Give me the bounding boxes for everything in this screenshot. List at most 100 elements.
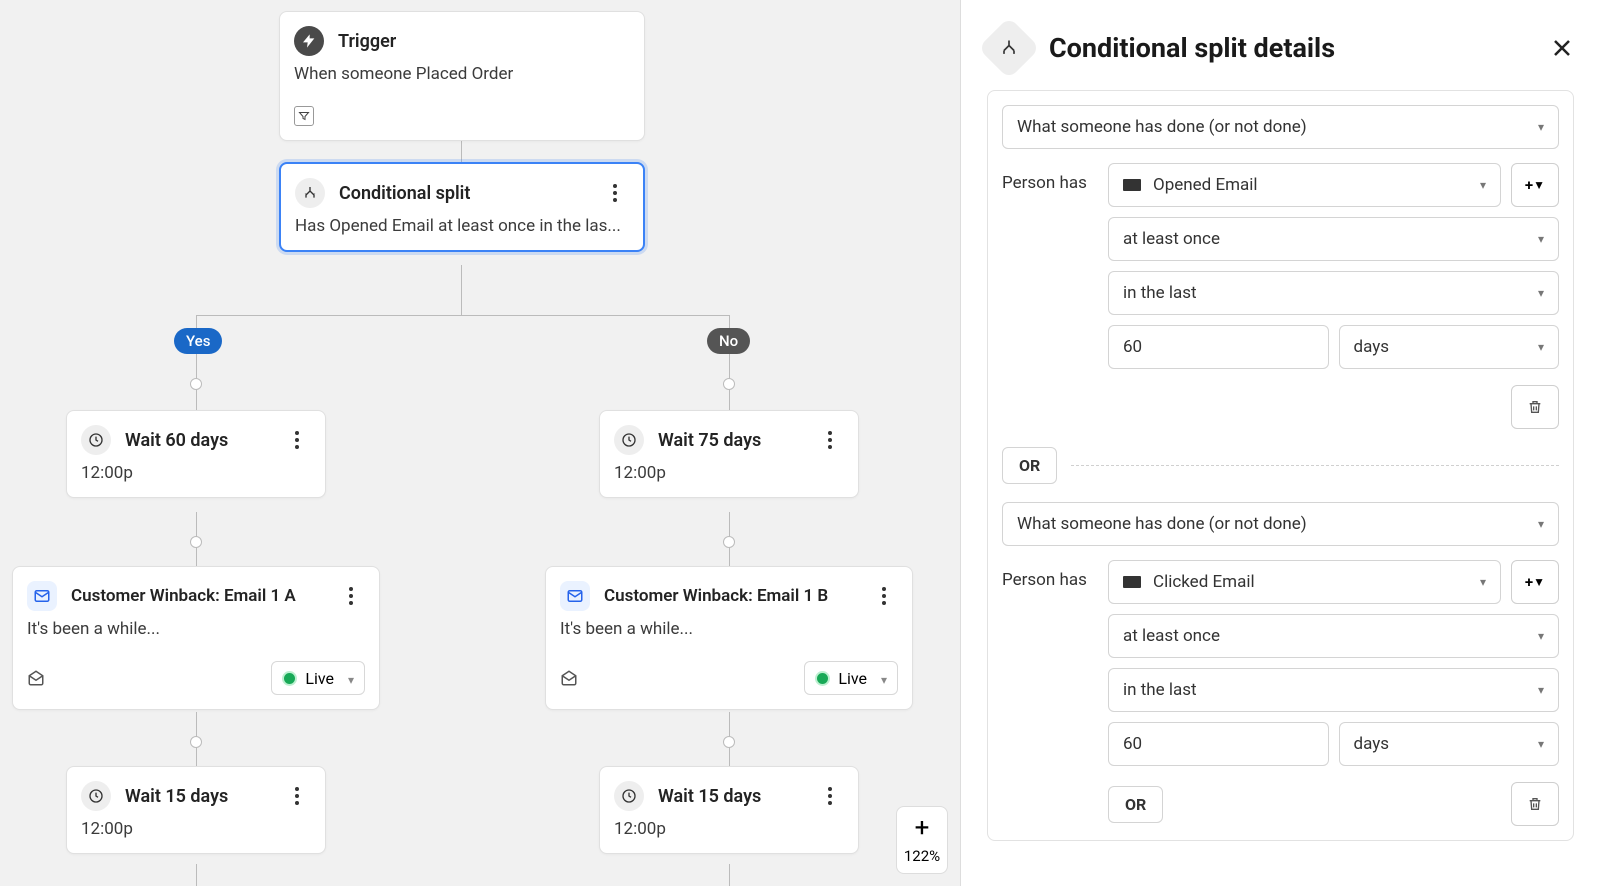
connector [196,864,197,886]
unit-select[interactable]: days ▾ [1339,722,1560,766]
select-value: What someone has done (or not done) [1017,514,1307,534]
divider [1071,465,1559,466]
chevron-down-icon: ▾ [1480,178,1486,192]
wait-time: 12:00p [67,463,325,497]
add-or-button[interactable]: OR [1108,786,1163,823]
email-node[interactable]: Customer Winback: Email 1 A It's been a … [12,566,380,710]
more-button[interactable] [816,782,844,810]
select-value: days [1354,734,1390,754]
connector-dot [190,536,202,548]
unit-select[interactable]: days ▾ [1339,325,1560,369]
brand-icon [1123,179,1141,191]
wait-title: Wait 15 days [125,786,228,807]
conditional-split-node[interactable]: Conditional split Has Opened Email at le… [279,162,645,252]
wait-time: 12:00p [600,463,858,497]
condition-category-select[interactable]: What someone has done (or not done) ▾ [1002,105,1559,149]
conditions-card: What someone has done (or not done) ▾ Pe… [987,90,1574,841]
email-title: Customer Winback: Email 1 B [604,586,828,606]
timeframe-select[interactable]: in the last ▾ [1108,271,1559,315]
delete-condition-button[interactable] [1511,782,1559,826]
flow-canvas[interactable]: Trigger When someone Placed Order Condit… [0,0,960,886]
email-node[interactable]: Customer Winback: Email 1 B It's been a … [545,566,913,710]
trigger-title: Trigger [338,31,396,52]
open-email-icon[interactable] [560,669,578,687]
filter-icon[interactable] [294,106,314,126]
condition-category-select[interactable]: What someone has done (or not done) ▾ [1002,502,1559,546]
email-icon [560,581,590,611]
metric-select[interactable]: Opened Email ▾ [1108,163,1501,207]
email-title: Customer Winback: Email 1 A [71,586,296,606]
brand-icon [1123,576,1141,588]
split-summary: Has Opened Email at least once in the la… [281,216,643,250]
frequency-select[interactable]: at least once ▾ [1108,614,1559,658]
clock-icon [81,781,111,811]
select-value: at least once [1123,626,1220,646]
frequency-select[interactable]: at least once ▾ [1108,217,1559,261]
or-chip[interactable]: OR [1002,447,1057,484]
person-has-label: Person has [1002,560,1094,590]
connector-dot [190,736,202,748]
no-badge: No [707,328,750,354]
more-button[interactable] [337,582,365,610]
wait-node[interactable]: Wait 75 days 12:00p [599,410,859,498]
connector [461,265,462,315]
wait-title: Wait 75 days [658,430,761,451]
select-value: What someone has done (or not done) [1017,117,1307,137]
clock-icon [81,425,111,455]
wait-title: Wait 60 days [125,430,228,451]
chevron-down-icon: ▾ [1538,737,1544,751]
zoom-control: + 122% [896,806,948,874]
chevron-down-icon: ▾ [1538,232,1544,246]
split-icon [978,17,1040,79]
wait-node[interactable]: Wait 15 days 12:00p [66,766,326,854]
connector-dot [190,378,202,390]
zoom-level: 122% [904,845,940,873]
connector-dot [723,736,735,748]
select-value: Clicked Email [1153,572,1255,592]
add-filter-button[interactable]: +▼ [1511,163,1559,207]
close-button[interactable] [1550,36,1574,60]
open-email-icon[interactable] [27,669,45,687]
add-filter-button[interactable]: +▼ [1511,560,1559,604]
select-value: at least once [1123,229,1220,249]
more-button[interactable] [283,782,311,810]
zoom-in-button[interactable]: + [915,807,930,845]
timeframe-select[interactable]: in the last ▾ [1108,668,1559,712]
more-button[interactable] [870,582,898,610]
wait-time: 12:00p [67,819,325,853]
connector-dot [723,378,735,390]
status-label: Live [838,669,867,688]
connector-dot [723,536,735,548]
chevron-down-icon [881,669,887,688]
amount-input[interactable] [1108,325,1329,369]
metric-select[interactable]: Clicked Email ▾ [1108,560,1501,604]
more-button[interactable] [816,426,844,454]
select-value: in the last [1123,283,1197,303]
bolt-icon [294,26,324,56]
more-button[interactable] [601,179,629,207]
chevron-down-icon: ▾ [1480,575,1486,589]
select-value: Opened Email [1153,175,1258,195]
chevron-down-icon: ▾ [1538,629,1544,643]
chevron-down-icon: ▾ [1538,120,1544,134]
clock-icon [614,425,644,455]
trigger-node[interactable]: Trigger When someone Placed Order [279,11,645,141]
wait-node[interactable]: Wait 60 days 12:00p [66,410,326,498]
amount-input[interactable] [1108,722,1329,766]
chevron-down-icon: ▾ [1538,286,1544,300]
more-button[interactable] [283,426,311,454]
person-has-label: Person has [1002,163,1094,193]
chevron-down-icon: ▾ [1538,517,1544,531]
split-icon [295,178,325,208]
status-dropdown[interactable]: Live [804,661,898,695]
wait-node[interactable]: Wait 15 days 12:00p [599,766,859,854]
delete-condition-button[interactable] [1511,385,1559,429]
status-dropdown[interactable]: Live [271,661,365,695]
connector [461,140,462,162]
yes-badge: Yes [174,328,222,354]
email-preview: It's been a while... [546,619,912,653]
wait-time: 12:00p [600,819,858,853]
chevron-down-icon: ▾ [1538,683,1544,697]
connector [196,315,729,316]
chevron-down-icon [348,669,354,688]
